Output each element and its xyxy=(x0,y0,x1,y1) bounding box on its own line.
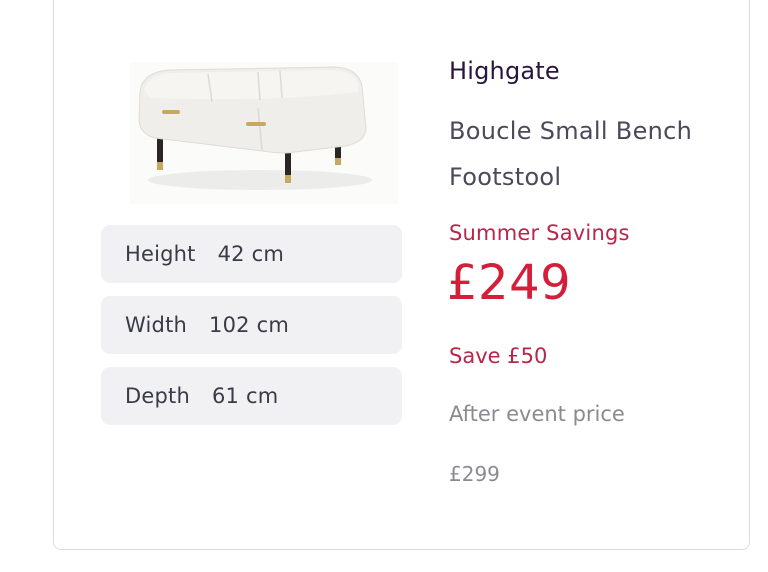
current-price: £249 xyxy=(447,255,572,311)
dimension-value: 61 cm xyxy=(211,384,279,408)
dimension-value: 102 cm xyxy=(209,313,289,337)
promo-label: Summer Savings xyxy=(449,221,630,245)
product-title[interactable]: Boucle Small Bench Footstool xyxy=(449,108,739,200)
dimension-value: 42 cm xyxy=(217,242,285,266)
saving-badge: Save £50 xyxy=(449,344,548,368)
dimension-label: Height xyxy=(125,242,196,266)
dimension-depth: Depth 61 cm xyxy=(101,367,402,425)
dimension-height: Height 42 cm xyxy=(101,225,402,283)
product-image[interactable] xyxy=(130,62,398,204)
dimension-label: Width xyxy=(125,313,188,337)
after-event-price: £299 xyxy=(449,462,500,486)
after-event-label: After event price xyxy=(449,402,625,426)
dimension-label: Depth xyxy=(125,384,190,408)
dimension-width: Width 102 cm xyxy=(101,296,402,354)
brand-name[interactable]: Highgate xyxy=(449,57,560,85)
